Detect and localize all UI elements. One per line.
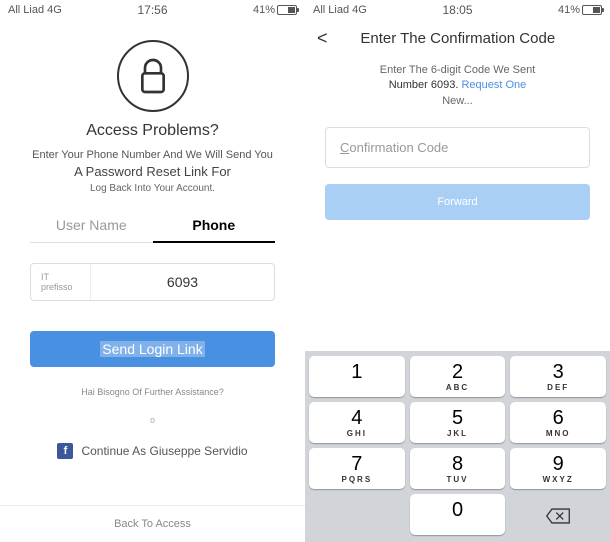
carrier: All Liad 4G	[313, 4, 367, 16]
page-title: Access Problems?	[0, 122, 305, 140]
back-chevron-icon[interactable]: <	[317, 28, 328, 49]
divider-or: o	[0, 415, 305, 425]
phone-input-row[interactable]: IT prefisso	[30, 263, 275, 301]
key-4[interactable]: 4GHI	[309, 402, 405, 443]
status-bar: All Liad 4G 17:56 41%	[0, 0, 305, 20]
tab-username[interactable]: User Name	[30, 209, 153, 242]
status-time: 18:05	[442, 3, 472, 17]
status-bar: All Liad 4G 18:05 41%	[305, 0, 610, 20]
key-8[interactable]: 8TUV	[410, 448, 506, 489]
tab-phone[interactable]: Phone	[153, 209, 276, 243]
prefix-label[interactable]: IT prefisso	[31, 264, 91, 300]
key-2[interactable]: 2ABC	[410, 356, 506, 397]
backspace-icon[interactable]	[510, 494, 606, 535]
key-9[interactable]: 9WXYZ	[510, 448, 606, 489]
facebook-continue[interactable]: f Continue As Giuseppe Servidio	[0, 443, 305, 459]
key-5[interactable]: 5JKL	[410, 402, 506, 443]
back-to-access-link[interactable]: Back To Access	[0, 505, 305, 542]
request-new-link[interactable]: Request One	[461, 79, 526, 91]
forward-button[interactable]: Forward	[325, 184, 590, 220]
subtitle: Enter Your Phone Number And We Will Send…	[0, 148, 305, 195]
send-login-link-button[interactable]: Send Login Link	[30, 331, 275, 367]
lock-icon	[117, 40, 189, 112]
key-3[interactable]: 3DEF	[510, 356, 606, 397]
key-7[interactable]: 7PQRS	[309, 448, 405, 489]
key-1[interactable]: 1	[309, 356, 405, 397]
screen-confirmation-code: All Liad 4G 18:05 41% < Enter The Confir…	[305, 0, 610, 542]
facebook-icon: f	[57, 443, 73, 459]
facebook-label: Continue As Giuseppe Servidio	[81, 444, 247, 458]
status-battery: 41%	[253, 4, 297, 16]
status-battery: 41%	[558, 4, 602, 16]
carrier: All Liad 4G	[8, 4, 62, 16]
info-text: Enter The 6-digit Code We Sent Number 60…	[305, 57, 610, 109]
key-blank	[309, 494, 405, 535]
confirmation-code-field[interactable]: Confirmation Code	[325, 127, 590, 168]
help-link[interactable]: Hai Bisogno Of Further Assistance?	[0, 387, 305, 397]
key-6[interactable]: 6MNO	[510, 402, 606, 443]
tabs: User Name Phone	[30, 209, 275, 243]
status-time: 17:56	[137, 3, 167, 17]
screen-access-problems: All Liad 4G 17:56 41% Access Problems? E…	[0, 0, 305, 542]
key-0[interactable]: 0	[410, 494, 506, 535]
numeric-keypad: 1 2ABC 3DEF 4GHI 5JKL 6MNO 7PQRS 8TUV 9W…	[305, 351, 610, 542]
header: < Enter The Confirmation Code	[305, 20, 610, 57]
phone-field[interactable]	[91, 274, 274, 290]
header-title: Enter The Confirmation Code	[338, 30, 578, 47]
